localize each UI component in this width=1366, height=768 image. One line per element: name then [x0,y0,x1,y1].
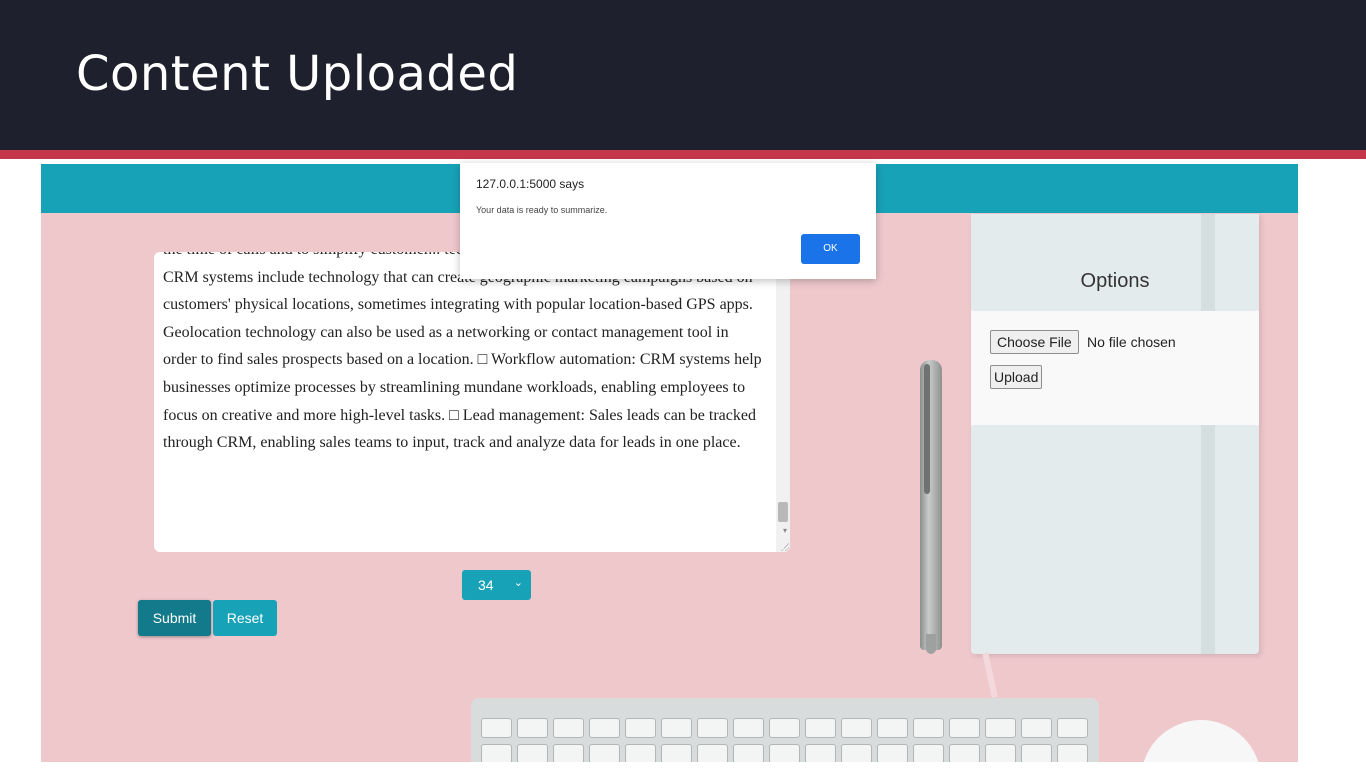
pen-tip [926,634,936,654]
key [841,744,872,762]
key [697,744,728,762]
upload-panel: Choose File No file chosen Upload [971,311,1259,425]
key [805,744,836,762]
key [805,718,836,738]
accent-bar [0,150,1366,159]
ok-button[interactable]: OK [801,234,860,264]
slide-header: Content Uploaded [0,0,1366,150]
notebook-strap [982,651,998,699]
key [517,718,548,738]
content-textarea[interactable]: the time of calls and to simplify custom… [154,252,790,552]
key [733,744,764,762]
submit-button[interactable]: Submit [138,600,211,636]
key [661,744,692,762]
key [733,718,764,738]
key [589,718,620,738]
slide-title: Content Uploaded [76,46,519,102]
file-status: No file chosen [1087,334,1176,350]
alert-origin: 127.0.0.1:5000 says [476,177,585,191]
options-card: Options Choose File No file chosen Uploa… [971,214,1259,654]
key [949,718,980,738]
key [553,718,584,738]
key [985,744,1016,762]
textarea-text: the time of calls and to simplify custom… [163,252,762,452]
scrollbar-thumb[interactable] [778,502,788,522]
pen-clip [924,364,930,494]
resize-grip-icon[interactable] [781,543,789,551]
select-value: 34 [478,577,494,593]
key [553,744,584,762]
key [1021,718,1052,738]
key [877,718,908,738]
key [481,718,512,738]
key [913,744,944,762]
mouse-image [1141,720,1261,762]
upload-button[interactable]: Upload [990,365,1043,389]
key [697,718,728,738]
choose-file-button[interactable]: Choose File [990,330,1079,354]
chevron-down-icon: ⌄ [513,577,523,589]
alert-message: Your data is ready to summarize. [476,205,608,215]
key [769,744,800,762]
key [625,744,656,762]
key [517,744,548,762]
key [589,744,620,762]
key [1057,744,1088,762]
key [877,744,908,762]
key [481,744,512,762]
key [949,744,980,762]
reset-button[interactable]: Reset [213,600,277,636]
keyboard-image [471,698,1099,762]
count-select[interactable]: 34 ⌄ [462,570,531,600]
key [913,718,944,738]
key [661,718,692,738]
key [985,718,1016,738]
scroll-down-icon[interactable]: ▾ [783,526,787,535]
key [841,718,872,738]
alert-dialog: 127.0.0.1:5000 says Your data is ready t… [460,163,876,279]
key [625,718,656,738]
key [1057,718,1088,738]
key [769,718,800,738]
options-title: Options [1080,270,1150,292]
key [1021,744,1052,762]
